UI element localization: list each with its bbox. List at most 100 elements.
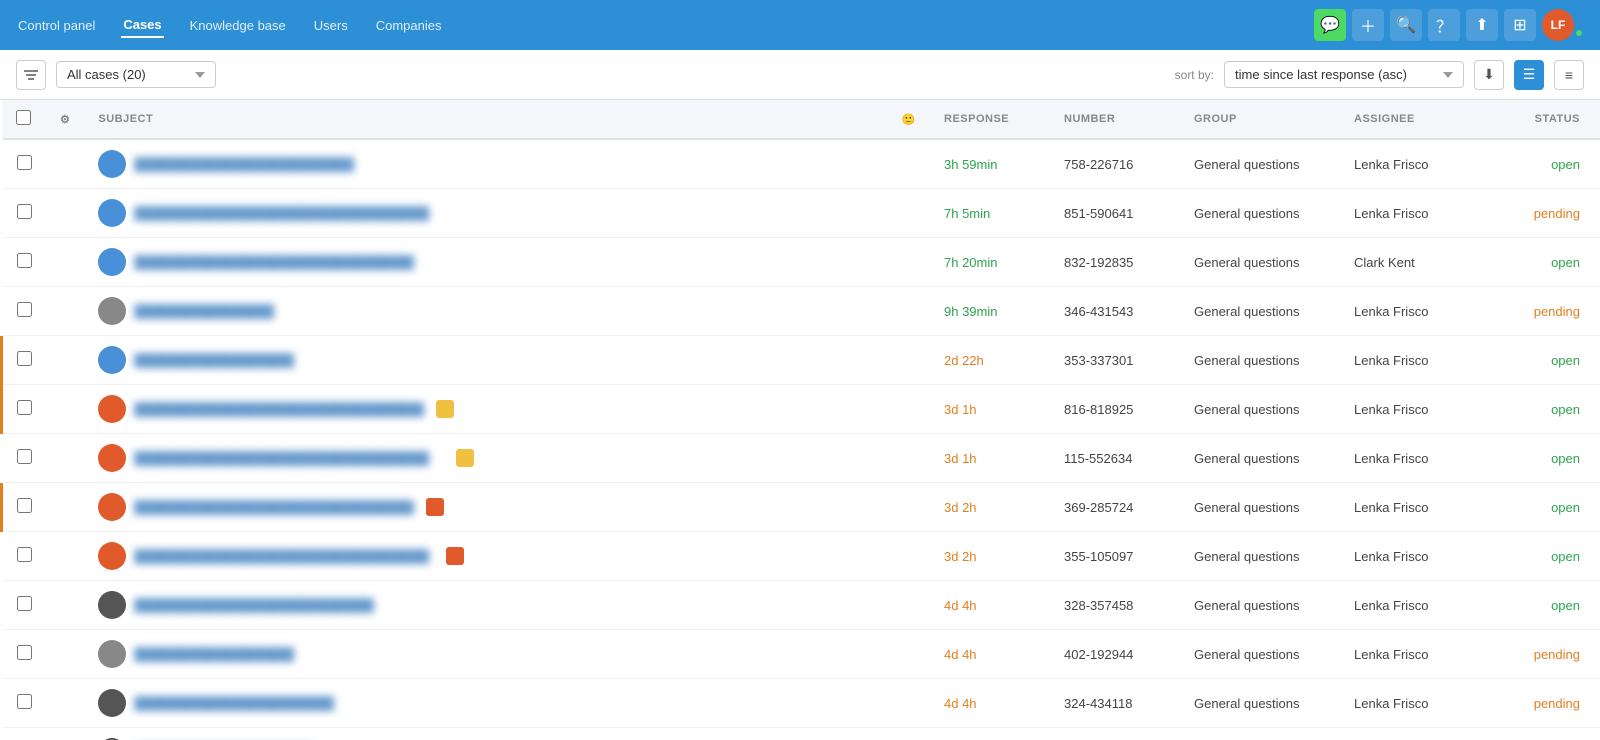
tag-badge — [436, 400, 454, 418]
row-assignee-cell: Lenka Frisco — [1340, 385, 1500, 434]
row-subject-cell[interactable]: ████████████████████████████████ — [84, 287, 887, 336]
nav-companies[interactable]: Companies — [374, 14, 444, 37]
table-row[interactable]: ████████████████████████████████ 3d 2h 3… — [2, 483, 1600, 532]
row-checkbox[interactable] — [17, 400, 32, 415]
row-group-cell: General questions — [1180, 238, 1340, 287]
row-checkbox[interactable] — [17, 645, 32, 660]
avatar — [98, 199, 126, 227]
nav-cases[interactable]: Cases — [121, 13, 163, 38]
subject-text: ████████████████████████████████ — [134, 549, 434, 564]
row-assignee-cell: Lenka Frisco — [1340, 287, 1500, 336]
status-badge: pending — [1534, 304, 1580, 319]
list-view-button[interactable]: ☰ — [1514, 60, 1544, 90]
cases-filter-select[interactable]: All cases (20) — [56, 61, 216, 88]
row-subject-cell[interactable]: ████████████████████████████████ — [84, 532, 887, 581]
table-header-row: ⚙ SUBJECT 🙂 RESPONSE NUMBER GROUP ASSIGN… — [2, 100, 1600, 139]
row-checkbox[interactable] — [17, 155, 32, 170]
table-row[interactable]: ████████████████████████████████ 7h 5min… — [2, 189, 1600, 238]
gear-icon[interactable]: ⚙ — [60, 114, 70, 126]
avatar[interactable]: LF — [1542, 9, 1574, 41]
row-checkbox-cell — [2, 238, 47, 287]
row-subject-cell[interactable]: ████████████████████████████████ — [84, 434, 887, 483]
row-checkbox[interactable] — [17, 253, 32, 268]
table-row[interactable]: ████████████████████████████████ 7h 20mi… — [2, 238, 1600, 287]
row-group-cell: General questions — [1180, 483, 1340, 532]
response-time: 3d 1h — [944, 451, 977, 466]
row-assignee-cell: Lenka Frisco — [1340, 581, 1500, 630]
row-gear-cell — [46, 139, 84, 189]
table-row[interactable]: ████████████████████████████████ 3h 59mi… — [2, 139, 1600, 189]
table-row[interactable]: ████████████████████████████████ 3d 1h 1… — [2, 434, 1600, 483]
row-checkbox[interactable] — [17, 302, 32, 317]
row-status-cell: pending — [1500, 728, 1600, 740]
group-name: General questions — [1194, 500, 1300, 515]
row-group-cell: General questions — [1180, 189, 1340, 238]
row-checkbox[interactable] — [17, 547, 32, 562]
subject-text: ████████████████████████████████ — [134, 353, 294, 368]
upload-icon[interactable]: ⬆ — [1466, 9, 1498, 41]
grid-icon[interactable]: ⊞ — [1504, 9, 1536, 41]
row-status-cell: open — [1500, 581, 1600, 630]
row-subject-cell[interactable]: ████████████████████████████████ — [84, 238, 887, 287]
table-row[interactable]: ████████████████████████████████ 2d 22h … — [2, 336, 1600, 385]
status-badge: open — [1551, 157, 1580, 172]
row-checkbox[interactable] — [17, 596, 32, 611]
top-navigation: Control panel Cases Knowledge base Users… — [0, 0, 1600, 50]
subject-text: ████████████████████████████████ — [134, 647, 294, 662]
row-subject-cell[interactable]: ████████████████████████████████ — [84, 139, 887, 189]
row-subject-cell[interactable]: ████████████████████████████████ — [84, 581, 887, 630]
nav-users[interactable]: Users — [312, 14, 350, 37]
status-badge: open — [1551, 451, 1580, 466]
row-subject-cell[interactable]: ████████████████████████████████ — [84, 336, 887, 385]
help-icon[interactable]: ？ — [1428, 9, 1460, 41]
response-time: 2d 22h — [944, 353, 984, 368]
row-status-cell: pending — [1500, 679, 1600, 728]
table-row[interactable]: ████████████████████████████████ 3d 2h 3… — [2, 532, 1600, 581]
table-row[interactable]: ████████████████████████████████ 9h 39mi… — [2, 287, 1600, 336]
row-checkbox-cell — [2, 287, 47, 336]
download-button[interactable]: ⬇ — [1474, 60, 1504, 90]
nav-control-panel[interactable]: Control panel — [16, 14, 97, 37]
nav-knowledge-base[interactable]: Knowledge base — [188, 14, 288, 37]
table-row[interactable]: ████████████████████████████████ 4d 4h 3… — [2, 679, 1600, 728]
row-emoji-cell — [888, 679, 930, 728]
case-number: 402-192944 — [1064, 647, 1133, 662]
table-row[interactable]: ████████████████████████████████ 4d 4h 3… — [2, 581, 1600, 630]
row-subject-cell[interactable]: ████████████████████████████████ — [84, 728, 887, 740]
compact-view-button[interactable]: ≡ — [1554, 60, 1584, 90]
add-icon[interactable]: ＋ — [1352, 9, 1384, 41]
table-row[interactable]: ████████████████████████████████ 4d 4h 4… — [2, 630, 1600, 679]
row-subject-cell[interactable]: ████████████████████████████████ — [84, 385, 887, 434]
status-badge: pending — [1534, 696, 1580, 711]
row-subject-cell[interactable]: ████████████████████████████████ — [84, 189, 887, 238]
row-response-cell: 4d 4h — [930, 581, 1050, 630]
row-group-cell: General questions — [1180, 532, 1340, 581]
case-number: 328-357458 — [1064, 598, 1133, 613]
response-time: 4d 4h — [944, 696, 977, 711]
row-group-cell: General questions — [1180, 728, 1340, 740]
search-icon[interactable]: 🔍 — [1390, 9, 1422, 41]
row-emoji-cell — [888, 630, 930, 679]
row-checkbox[interactable] — [17, 498, 32, 513]
filter-button[interactable] — [16, 60, 46, 90]
row-subject-cell[interactable]: ████████████████████████████████ — [84, 630, 887, 679]
sort-select[interactable]: time since last response (asc) — [1224, 61, 1464, 88]
row-status-cell: open — [1500, 483, 1600, 532]
select-all-checkbox[interactable] — [16, 110, 31, 125]
status-badge: open — [1551, 549, 1580, 564]
row-checkbox[interactable] — [17, 449, 32, 464]
row-subject-cell[interactable]: ████████████████████████████████ — [84, 679, 887, 728]
row-checkbox-cell — [2, 630, 47, 679]
status-badge: pending — [1534, 206, 1580, 221]
table-row[interactable]: ████████████████████████████████ 6d 0h 2… — [2, 728, 1600, 740]
chat-icon[interactable]: 💬 — [1314, 9, 1346, 41]
row-checkbox[interactable] — [17, 351, 32, 366]
row-checkbox[interactable] — [17, 694, 32, 709]
status-badge: pending — [1534, 647, 1580, 662]
row-gear-cell — [46, 728, 84, 740]
row-checkbox[interactable] — [17, 204, 32, 219]
row-subject-cell[interactable]: ████████████████████████████████ — [84, 483, 887, 532]
row-group-cell: General questions — [1180, 385, 1340, 434]
subject-text: ████████████████████████████████ — [134, 598, 374, 613]
table-row[interactable]: ████████████████████████████████ 3d 1h 8… — [2, 385, 1600, 434]
